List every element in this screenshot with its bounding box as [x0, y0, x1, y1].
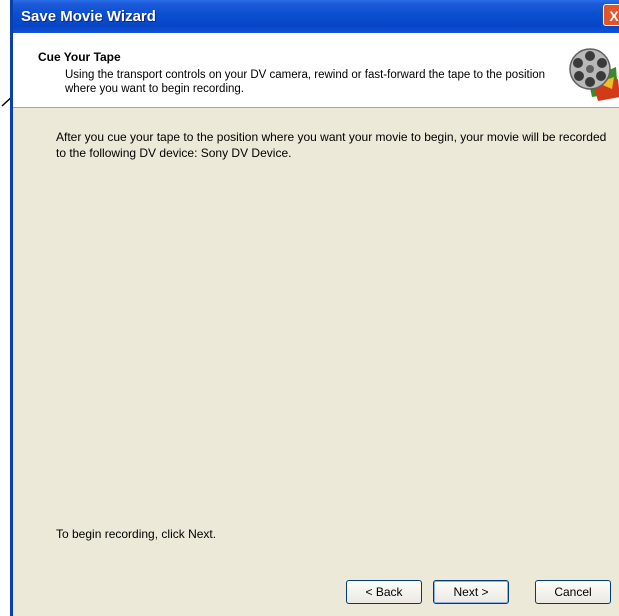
body-text: After you cue your tape to the position … [56, 130, 607, 160]
close-button[interactable]: X [603, 4, 619, 26]
step-description: Using the transport controls on your DV … [65, 69, 546, 95]
wizard-window: Save Movie Wizard X Cue Your Tape Using … [10, 0, 619, 616]
title-bar[interactable]: Save Movie Wizard X [13, 0, 619, 33]
wizard-header: Cue Your Tape Using the transport contro… [13, 33, 619, 108]
next-button[interactable]: Next > [433, 580, 509, 604]
step-title: Cue Your Tape [38, 50, 121, 64]
footer-instruction: To begin recording, click Next. [56, 527, 217, 541]
cancel-button[interactable]: Cancel [535, 580, 611, 604]
window-title: Save Movie Wizard [21, 8, 156, 25]
film-reel-icon [569, 48, 619, 101]
back-button[interactable]: < Back [346, 580, 422, 604]
close-icon: X [609, 8, 619, 24]
